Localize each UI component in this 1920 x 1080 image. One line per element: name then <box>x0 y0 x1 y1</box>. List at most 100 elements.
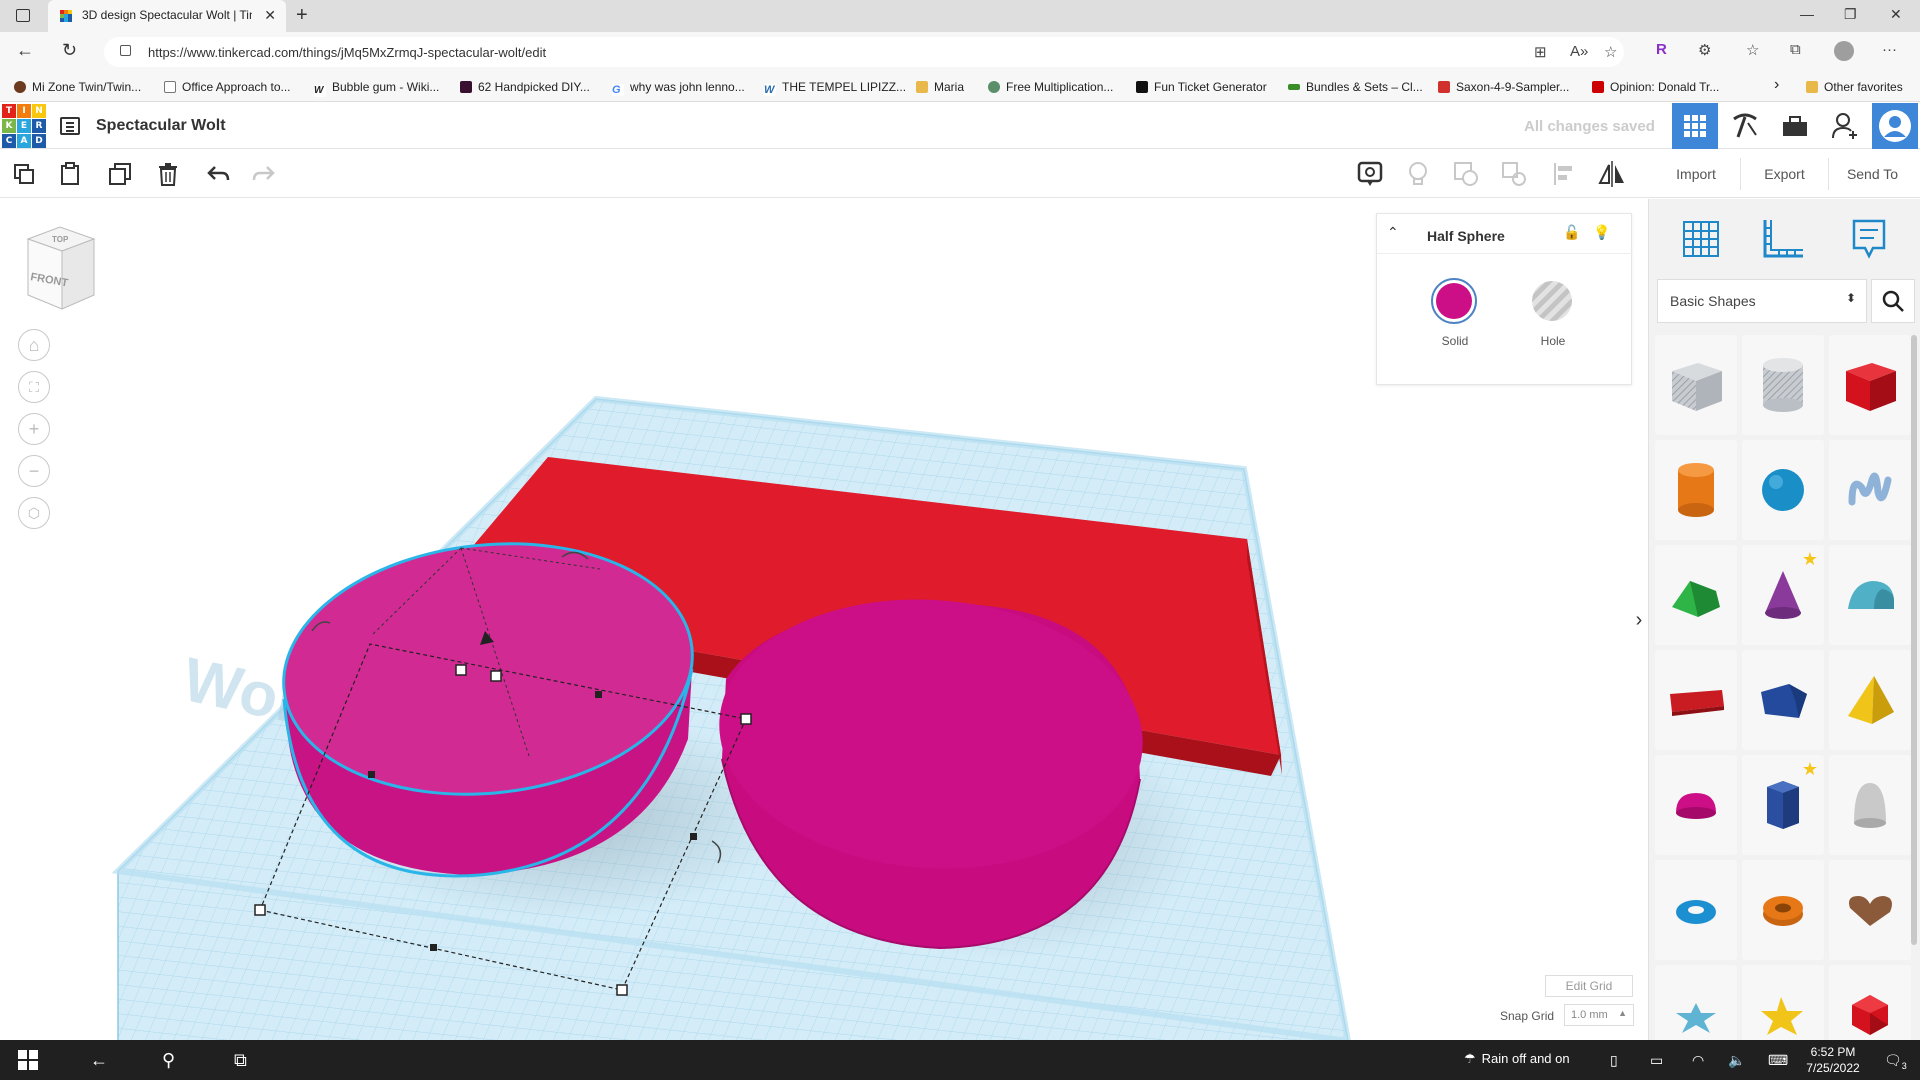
url-field[interactable]: https://www.tinkercad.com/things/jMq5MxZ… <box>104 37 1624 67</box>
align-button[interactable] <box>1550 160 1578 188</box>
solid-color-swatch[interactable] <box>1431 278 1477 324</box>
lightbulb-icon[interactable]: 💡 <box>1593 224 1610 241</box>
home-view-button[interactable]: ⌂ <box>18 329 50 361</box>
send-to-button[interactable]: Send To <box>1828 158 1916 190</box>
zoom-in-button[interactable]: + <box>18 413 50 445</box>
tab-close-icon[interactable]: ✕ <box>264 7 276 24</box>
edit-grid-button[interactable]: Edit Grid <box>1545 975 1633 997</box>
resize-handle[interactable] <box>616 984 628 996</box>
weather-widget[interactable]: ☂ Rain off and on <box>1464 1051 1570 1067</box>
shape-roof[interactable] <box>1655 545 1737 645</box>
bookmark-item[interactable]: Fun Ticket Generator <box>1136 80 1267 94</box>
paste-button[interactable] <box>56 160 84 188</box>
delete-button[interactable] <box>154 160 182 188</box>
group-button[interactable] <box>1452 160 1480 188</box>
shape-scribble[interactable] <box>1829 440 1911 540</box>
back-button[interactable]: ← <box>16 40 34 61</box>
shape-heart[interactable] <box>1829 860 1911 960</box>
resize-handle[interactable] <box>490 670 502 682</box>
panel-collapse-button[interactable]: › <box>1630 600 1648 640</box>
shape-library-select[interactable]: Basic Shapes ⬍ <box>1657 279 1867 323</box>
collapse-chevron-icon[interactable]: ⌃ <box>1387 224 1399 241</box>
bookmark-item[interactable]: Saxon-4-9-Sampler... <box>1438 80 1569 94</box>
shape-sphere[interactable] <box>1742 440 1824 540</box>
app-available-icon[interactable]: ⊞ <box>1534 43 1547 61</box>
add-favorite-icon[interactable]: ☆ <box>1604 43 1617 61</box>
other-favorites-folder[interactable]: Other favorites <box>1806 80 1903 94</box>
sim-lab-button[interactable] <box>1772 103 1818 149</box>
resize-handle[interactable] <box>595 691 602 698</box>
view-cube[interactable]: TOP FRONT <box>22 225 100 311</box>
notes-button[interactable] <box>1356 160 1384 188</box>
fit-view-button[interactable]: ⛶ <box>18 371 50 403</box>
user-avatar[interactable] <box>1834 41 1854 61</box>
back-arrow-icon[interactable]: ← <box>90 1050 108 1071</box>
bookmark-item[interactable]: Mi Zone Twin/Twin... <box>14 80 141 94</box>
shape-tube[interactable] <box>1742 860 1824 960</box>
add-user-button[interactable] <box>1822 103 1868 149</box>
windows-start-icon[interactable] <box>18 1050 38 1075</box>
bookmarks-overflow-button[interactable]: › <box>1774 76 1779 94</box>
extensions-icon[interactable]: ⚙ <box>1698 41 1711 59</box>
tab-actions-icon[interactable] <box>16 9 30 22</box>
profile-avatar[interactable] <box>1872 103 1918 149</box>
duplicate-button[interactable] <box>106 160 134 188</box>
battery-icon[interactable]: ▭ <box>1650 1052 1663 1069</box>
bookmark-item[interactable]: 62 Handpicked DIY... <box>460 80 590 94</box>
collections-icon[interactable]: ⧉ <box>1790 41 1801 58</box>
shape-half-sphere[interactable] <box>1655 755 1737 855</box>
shape-polygon[interactable] <box>1742 650 1824 750</box>
copy-button[interactable] <box>10 160 38 188</box>
resize-handle[interactable] <box>690 833 697 840</box>
hole-swatch[interactable] <box>1532 281 1572 321</box>
resize-handle[interactable] <box>455 664 467 676</box>
lock-icon[interactable]: 🔓 <box>1563 224 1580 241</box>
shape-cylinder[interactable] <box>1655 440 1737 540</box>
shape-pyramid[interactable] <box>1829 650 1911 750</box>
bookmark-item[interactable]: Gwhy was john lenno... <box>612 80 745 96</box>
shape-cone[interactable]: ★ <box>1742 545 1824 645</box>
resize-handle[interactable] <box>740 713 752 725</box>
show-all-button[interactable] <box>1404 160 1432 188</box>
profile-extension-icon[interactable]: R <box>1656 41 1667 58</box>
import-button[interactable]: Import <box>1652 158 1740 190</box>
export-button[interactable]: Export <box>1740 158 1828 190</box>
bookmark-item[interactable]: Free Multiplication... <box>988 80 1113 94</box>
shape-box-hole[interactable] <box>1655 335 1737 435</box>
notes-panel-button[interactable] <box>1843 213 1895 265</box>
shape-round-roof[interactable] <box>1829 545 1911 645</box>
mirror-button[interactable] <box>1598 160 1626 188</box>
notifications-icon[interactable]: 🗨3 <box>1884 1052 1907 1071</box>
shape-search-button[interactable] <box>1871 279 1915 323</box>
task-view-icon[interactable]: ⧉ <box>234 1050 247 1071</box>
shape-box[interactable] <box>1829 335 1911 435</box>
bookmark-item[interactable]: W THE TEMPEL LIPIZZ... <box>764 80 906 96</box>
resize-handle[interactable] <box>254 904 266 916</box>
shape-text[interactable] <box>1655 650 1737 750</box>
tinkercad-logo[interactable]: T I N K E R C A D <box>2 104 46 148</box>
bookmark-item[interactable]: Opinion: Donald Tr... <box>1592 80 1719 94</box>
project-title[interactable]: Spectacular Wolt <box>96 117 226 135</box>
maximize-button[interactable]: ❐ <box>1844 6 1857 23</box>
undo-button[interactable] <box>204 160 232 188</box>
redo-button[interactable] <box>250 160 278 188</box>
resize-handle[interactable] <box>368 771 375 778</box>
resize-handle[interactable] <box>430 944 437 951</box>
workplane-viewport[interactable]: Workplane <box>0 199 1648 1040</box>
ungroup-button[interactable] <box>1500 160 1528 188</box>
3d-view-button[interactable] <box>1672 103 1718 149</box>
browser-tab[interactable]: 3D design Spectacular Wolt | Tin ✕ <box>48 0 286 32</box>
bookmark-item[interactable]: Bundles & Sets – Cl... <box>1288 80 1423 94</box>
favorites-icon[interactable]: ☆ <box>1746 41 1759 59</box>
bookmark-item[interactable]: Maria <box>916 80 964 94</box>
shape-torus[interactable] <box>1655 860 1737 960</box>
phone-link-icon[interactable]: ▯ <box>1610 1052 1618 1069</box>
system-clock[interactable]: 6:52 PM 7/25/2022 <box>1788 1044 1878 1076</box>
shape-paraboloid[interactable] <box>1829 755 1911 855</box>
design-menu-icon[interactable] <box>60 117 80 135</box>
more-menu-icon[interactable]: ··· <box>1882 41 1897 58</box>
shape-cylinder-hole[interactable] <box>1742 335 1824 435</box>
wifi-icon[interactable]: ◠ <box>1692 1052 1704 1069</box>
grid-view-button[interactable] <box>1675 213 1727 265</box>
panel-scrollbar[interactable] <box>1911 335 1917 945</box>
